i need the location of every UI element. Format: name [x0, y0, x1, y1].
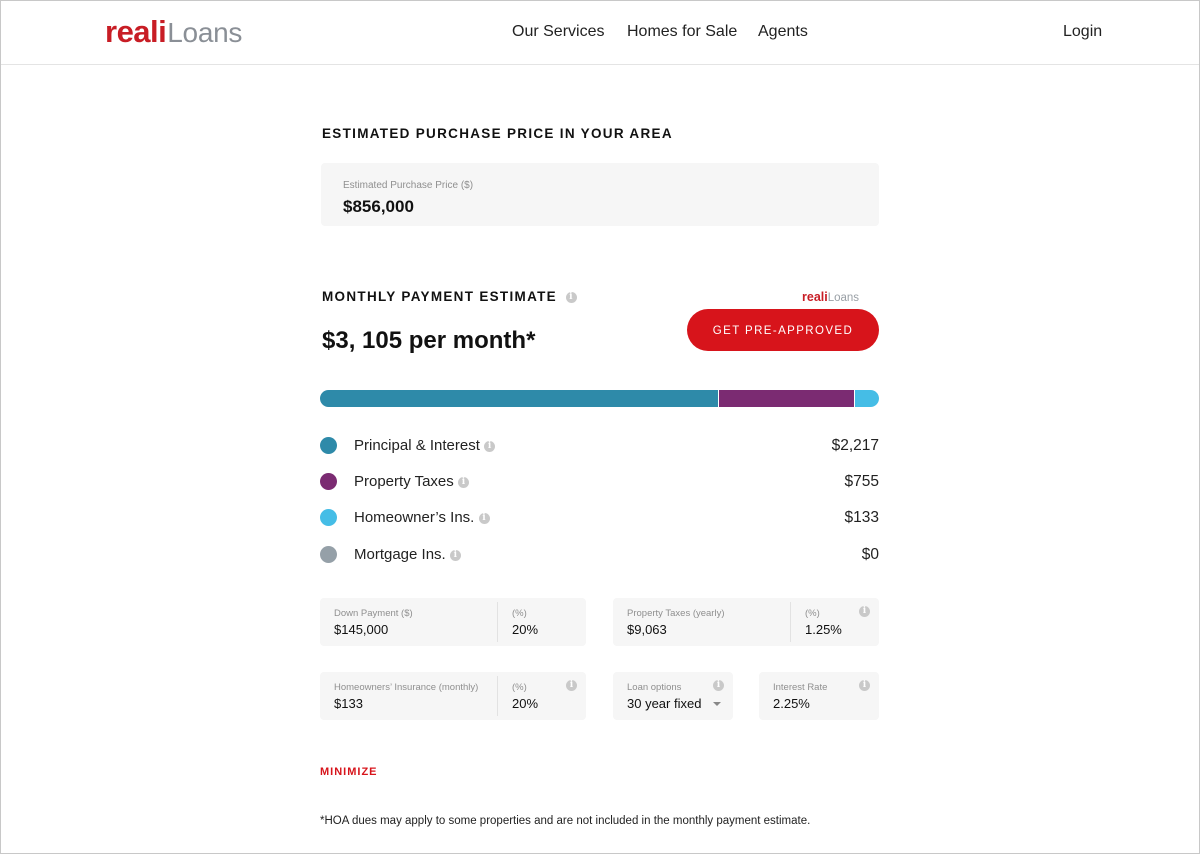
- logo-sub-text: Loans: [167, 17, 243, 48]
- info-icon[interactable]: i: [484, 440, 496, 452]
- property-taxes-percent-value[interactable]: 1.25%: [805, 622, 842, 637]
- property-taxes-amount-input[interactable]: Property Taxes (yearly) $9,063: [613, 598, 790, 646]
- down-payment-value[interactable]: $145,000: [334, 622, 388, 637]
- property-taxes-field-label: Property Taxes (yearly): [627, 608, 725, 619]
- info-icon[interactable]: i: [566, 680, 577, 691]
- homeowners-insurance-percent-label: (%): [512, 682, 527, 693]
- down-payment-amount-input[interactable]: Down Payment ($) $145,000: [320, 598, 497, 646]
- homeowners-insurance-amount-input[interactable]: Homeowners’ Insurance (monthly) $133: [320, 672, 497, 720]
- homeowners-insurance-percent-input[interactable]: (%) 20% i: [498, 672, 586, 720]
- monthly-payment-title: MONTHLY PAYMENT ESTIMATE i: [322, 289, 578, 304]
- bar-segment-principal-interest: [320, 390, 718, 407]
- legend-row-principal-interest: Principal & Interest i $2,217: [320, 435, 879, 457]
- nav-agents[interactable]: Agents: [758, 23, 808, 41]
- property-taxes-percent-label: (%): [805, 608, 820, 619]
- monthly-payment-title-text: MONTHLY PAYMENT ESTIMATE: [322, 289, 557, 304]
- legend-row-mortgage-ins: Mortgage Ins. i $0: [320, 544, 879, 566]
- chevron-down-icon[interactable]: [713, 702, 721, 706]
- homeowners-insurance-field: Homeowners’ Insurance (monthly) $133 (%)…: [320, 672, 586, 720]
- nav-homes-for-sale[interactable]: Homes for Sale: [627, 23, 737, 41]
- principal-interest-label: Principal & Interest i: [354, 437, 496, 454]
- hoa-footnote: *HOA dues may apply to some properties a…: [320, 815, 811, 827]
- minimize-link[interactable]: MINIMIZE: [320, 766, 378, 778]
- logo-brand-text: reali: [105, 14, 167, 49]
- reali-loans-logo[interactable]: reali Loans: [105, 14, 243, 49]
- interest-rate-label: Interest Rate: [773, 682, 828, 693]
- reali-loans-small-logo: reali Loans: [802, 290, 859, 304]
- property-taxes-label: Property Taxes i: [354, 473, 469, 490]
- small-logo-sub: Loans: [827, 292, 860, 304]
- info-icon[interactable]: i: [566, 291, 578, 303]
- legend-row-property-taxes: Property Taxes i $755: [320, 471, 879, 493]
- interest-rate-value[interactable]: 2.25%: [773, 696, 810, 711]
- info-icon[interactable]: i: [449, 549, 461, 561]
- property-taxes-amount: $755: [844, 473, 879, 490]
- homeowners-ins-label: Homeowner’s Ins. i: [354, 509, 490, 526]
- property-taxes-dot: [320, 473, 337, 490]
- homeowners-insurance-value[interactable]: $133: [334, 696, 363, 711]
- bar-segment-property-taxes: [717, 390, 855, 407]
- mortgage-ins-dot: [320, 546, 337, 563]
- legend-row-homeowners-ins: Homeowner’s Ins. i $133: [320, 507, 879, 529]
- top-nav-bar: reali Loans Our Services Homes for Sale A…: [1, 1, 1199, 65]
- down-payment-percent-label: (%): [512, 608, 527, 619]
- interest-rate-field[interactable]: Interest Rate 2.25% i: [759, 672, 879, 720]
- down-payment-percent-value[interactable]: 20%: [512, 622, 538, 637]
- get-pre-approved-button[interactable]: GET PRE-APPROVED: [687, 309, 879, 351]
- property-taxes-field: Property Taxes (yearly) $9,063 (%) 1.25%…: [613, 598, 879, 646]
- bar-segment-homeowner-s-ins: [854, 390, 879, 407]
- homeowners-insurance-label: Homeowners’ Insurance (monthly): [334, 682, 479, 693]
- principal-interest-amount: $2,217: [831, 437, 879, 454]
- monthly-payment-amount: $3, 105 per month*: [322, 327, 536, 354]
- login-link[interactable]: Login: [1063, 23, 1102, 41]
- homeowners-insurance-percent-value[interactable]: 20%: [512, 696, 538, 711]
- mortgage-ins-amount: $0: [861, 546, 879, 563]
- down-payment-label: Down Payment ($): [334, 608, 413, 619]
- purchase-price-value[interactable]: $856,000: [343, 197, 414, 217]
- purchase-price-title: ESTIMATED PURCHASE PRICE IN YOUR AREA: [322, 126, 673, 141]
- info-icon[interactable]: i: [457, 476, 469, 488]
- homeowners-ins-dot: [320, 509, 337, 526]
- principal-interest-dot: [320, 437, 337, 454]
- purchase-price-label: Estimated Purchase Price ($): [343, 180, 474, 191]
- info-icon[interactable]: i: [478, 512, 490, 524]
- payment-breakdown-bar: [320, 390, 879, 407]
- purchase-price-input[interactable]: Estimated Purchase Price ($) $856,000: [321, 163, 879, 226]
- info-icon[interactable]: i: [859, 680, 870, 691]
- property-taxes-percent-input[interactable]: (%) 1.25% i: [791, 598, 879, 646]
- down-payment-field: Down Payment ($) $145,000 (%) 20%: [320, 598, 586, 646]
- info-icon[interactable]: i: [859, 606, 870, 617]
- property-taxes-field-value[interactable]: $9,063: [627, 622, 667, 637]
- mortgage-ins-label: Mortgage Ins. i: [354, 546, 461, 563]
- loan-options-label: Loan options: [627, 682, 682, 693]
- down-payment-percent-input[interactable]: (%) 20%: [498, 598, 586, 646]
- small-logo-brand: reali: [802, 290, 828, 304]
- loan-options-value[interactable]: 30 year fixed: [627, 696, 701, 711]
- info-icon[interactable]: i: [713, 680, 724, 691]
- nav-our-services[interactable]: Our Services: [512, 23, 604, 41]
- homeowners-ins-amount: $133: [844, 509, 879, 526]
- loan-options-select[interactable]: Loan options 30 year fixed i: [613, 672, 733, 720]
